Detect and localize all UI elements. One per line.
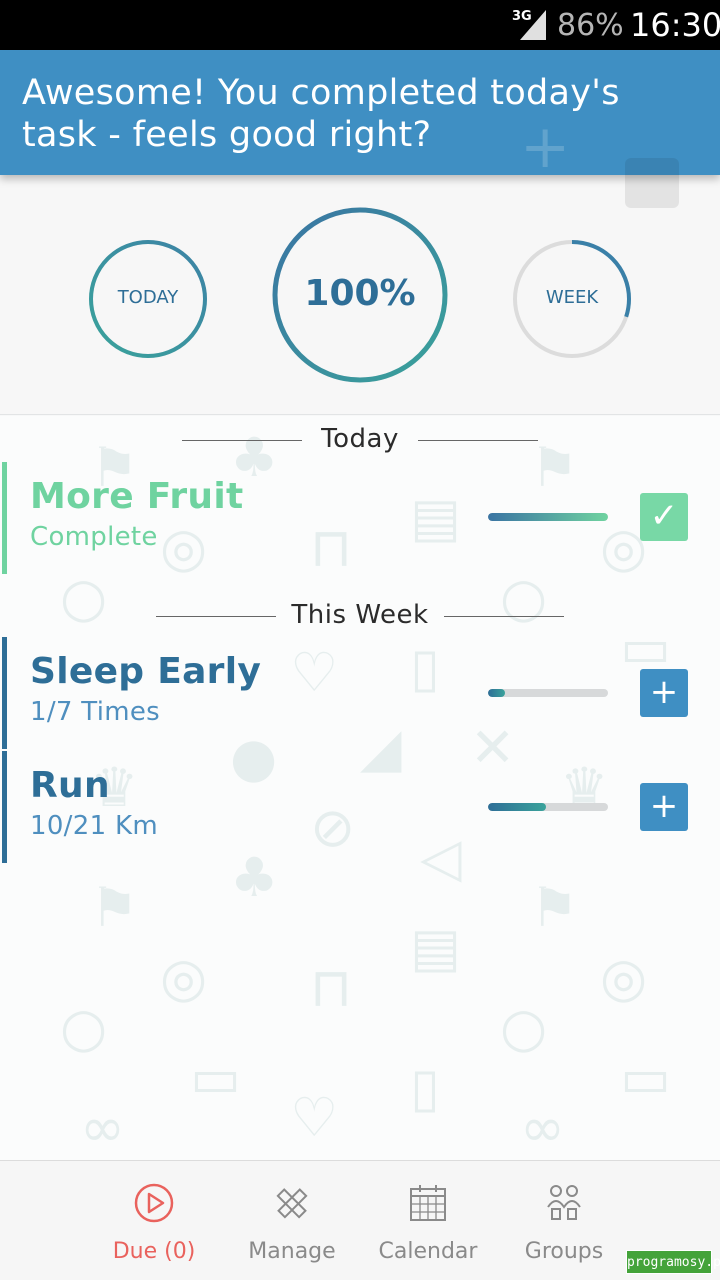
task-status: 10/21 Km [30,811,158,841]
flag-icon: ⚑ [530,876,579,939]
task-status: Complete [30,522,158,552]
bike-icon: ∞ [80,1096,125,1159]
task-name: Sleep Early [30,651,262,692]
task-name: More Fruit [30,476,244,517]
section-title-today: Today [321,424,399,454]
check-icon[interactable]: ✓ [640,493,688,541]
nav-calendar[interactable]: Calendar [358,1161,498,1280]
toast-message: Awesome! You completed today's task - fe… [22,73,620,155]
whistle-icon: ○ [500,996,548,1059]
divider [444,616,564,617]
phone-chat-icon: ▭ [620,1046,672,1109]
target-icon: ◎ [600,946,648,1009]
today-ring[interactable]: TODAY [88,239,208,359]
task-status-bar [2,462,7,574]
bottle-icon: ▯ [410,1056,440,1119]
task-progress-bar [488,689,608,697]
watermark: programosy.pl [626,1250,720,1274]
task-status-bar [2,637,7,749]
book-icon: ▤ [410,916,462,979]
nav-due[interactable]: Due (0) [84,1161,224,1280]
heart-rate-icon: ♡ [290,1086,339,1149]
task-progress-fill [488,689,505,697]
calendar-icon [410,1185,446,1221]
divider [418,440,538,441]
nav-groups[interactable]: Groups [494,1161,634,1280]
target-icon: ◎ [160,946,208,1009]
signal-icon [520,10,546,40]
task-row-run[interactable]: Run 10/21 Km + [0,751,720,863]
plus-icon[interactable]: + [640,783,688,831]
task-progress-bar [488,803,608,811]
whistle-icon: ○ [60,996,108,1059]
overall-ring[interactable]: 100% [272,207,448,383]
nav-label: Calendar [378,1239,478,1264]
clock: 16:30 [630,6,720,44]
task-row-sleep-early[interactable]: Sleep Early 1/7 Times + [0,637,720,749]
faded-profile-icon [625,158,679,208]
flag-icon: ⚑ [90,876,139,939]
section-title-week: This Week [291,600,429,630]
task-name: Run [30,765,110,806]
jersey-icon: ⊓ [310,956,353,1019]
plus-icon[interactable]: + [640,669,688,717]
phone-chat-icon: ▭ [190,1046,242,1109]
nav-label: Manage [248,1239,336,1264]
task-progress-fill [488,513,608,521]
week-ring-label: WEEK [545,287,599,308]
progress-summary: TODAY 100% WEEK [0,175,720,415]
bike-icon: ∞ [520,1096,565,1159]
task-status: 1/7 Times [30,697,160,727]
task-status-bar [2,751,7,863]
nav-label: Due (0) [112,1239,196,1264]
play-circle-icon [134,1183,174,1223]
nav-manage[interactable]: Manage [222,1161,362,1280]
task-row-more-fruit[interactable]: More Fruit Complete ✓ [0,462,720,574]
section-this-week: This Week [0,596,720,636]
completion-toast[interactable]: + Awesome! You completed today's task - … [0,50,720,208]
bottom-navigation: Due (0) Manage Calendar Groups [0,1160,720,1280]
today-ring-label: TODAY [117,287,179,308]
groups-icon [547,1185,581,1220]
overall-percent: 100% [304,273,416,314]
nav-label: Groups [524,1239,604,1264]
section-today: Today [0,420,720,460]
week-ring[interactable]: WEEK [512,239,632,359]
battery-level: 86% [557,8,624,43]
task-progress-bar [488,513,608,521]
status-bar: 3G 86% 16:30 [0,0,720,50]
pencil-ruler-icon [276,1188,308,1219]
task-progress-fill [488,803,546,811]
